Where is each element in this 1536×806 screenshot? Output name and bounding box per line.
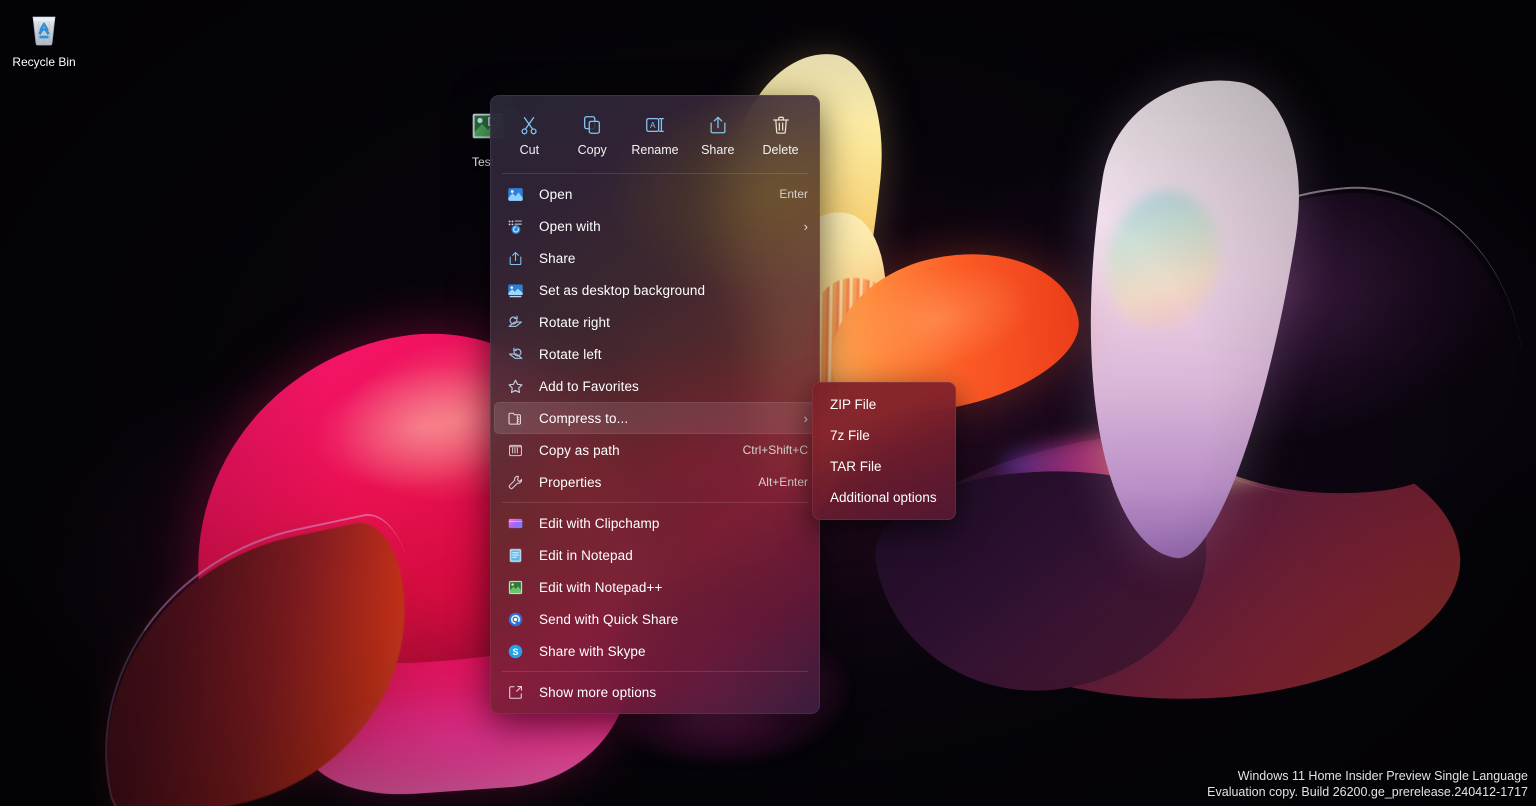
menu-item-open[interactable]: Open Enter <box>494 178 816 210</box>
context-menu: Cut Copy A Rename Share Delete Open Ente… <box>490 95 820 714</box>
menu-item-edit-in-notepad[interactable]: Edit in Notepad <box>494 539 816 571</box>
rename-icon: A <box>626 114 684 136</box>
open-image-icon <box>504 184 526 204</box>
cut-button[interactable]: Cut <box>500 111 558 161</box>
notepadpp-icon <box>504 577 526 597</box>
menu-divider <box>502 502 808 503</box>
submenu-item-additional-options[interactable]: Additional options <box>816 482 952 513</box>
menu-item-rotate-right[interactable]: Rotate right <box>494 306 816 338</box>
rotate-right-icon <box>504 312 526 332</box>
share-label: Share <box>701 143 735 157</box>
menu-item-label: Add to Favorites <box>539 378 639 394</box>
menu-item-show-more-options[interactable]: Show more options <box>494 676 816 708</box>
menu-divider <box>502 671 808 672</box>
menu-item-share-with-skype[interactable]: S Share with Skype <box>494 635 816 667</box>
windows-activation-watermark: Windows 11 Home Insider Preview Single L… <box>1207 768 1528 800</box>
desktop-icon-label: Recycle Bin <box>12 55 76 69</box>
menu-item-send-with-quick-share[interactable]: Send with Quick Share <box>494 603 816 635</box>
open-with-icon <box>504 216 526 236</box>
cut-label: Cut <box>519 143 540 157</box>
context-menu-group-file-actions: Open Enter Open with › Share Set as desk… <box>490 178 820 498</box>
star-icon <box>504 376 526 396</box>
desktop-icon-recycle-bin[interactable]: Recycle Bin <box>2 8 86 69</box>
share-button[interactable]: Share <box>689 111 747 161</box>
context-menu-toolbar: Cut Copy A Rename Share Delete <box>490 101 820 169</box>
menu-item-label: Open <box>539 186 573 202</box>
copy-icon <box>563 114 621 136</box>
menu-item-properties[interactable]: Properties Alt+Enter <box>494 466 816 498</box>
menu-item-accelerator: Alt+Enter <box>758 475 808 489</box>
copy-button[interactable]: Copy <box>563 111 621 161</box>
menu-item-compress-to[interactable]: Compress to... › <box>494 402 816 434</box>
context-menu-group-more: Show more options <box>490 676 820 708</box>
quickshare-icon <box>504 609 526 629</box>
menu-item-label: Copy as path <box>539 442 620 458</box>
skype-icon: S <box>504 641 526 661</box>
copy-label: Copy <box>577 143 607 157</box>
menu-item-label: Send with Quick Share <box>539 611 679 627</box>
menu-item-label: Open with <box>539 218 601 234</box>
watermark-line-1: Windows 11 Home Insider Preview Single L… <box>1237 769 1528 783</box>
notepad-icon <box>504 545 526 565</box>
svg-text:S: S <box>512 647 518 657</box>
menu-item-label: Rotate left <box>539 346 602 362</box>
share-icon <box>689 114 747 136</box>
menu-item-label: Properties <box>539 474 602 490</box>
rotate-left-icon <box>504 344 526 364</box>
chevron-right-icon: › <box>803 218 808 234</box>
menu-item-label: Edit with Notepad++ <box>539 579 663 595</box>
desktop-screen: Recycle Bin Test... Cut Copy A Rename Sh… <box>0 0 1536 806</box>
rename-button[interactable]: A Rename <box>626 111 684 161</box>
menu-item-label: Share <box>539 250 576 266</box>
clipchamp-icon <box>504 513 526 533</box>
menu-item-set-as-desktop-background[interactable]: Set as desktop background <box>494 274 816 306</box>
delete-icon <box>752 114 810 136</box>
menu-item-label: Edit with Clipchamp <box>539 515 660 531</box>
menu-item-copy-as-path[interactable]: Copy as path Ctrl+Shift+C <box>494 434 816 466</box>
delete-button[interactable]: Delete <box>752 111 810 161</box>
share-icon <box>504 248 526 268</box>
menu-item-edit-with-notepadpp[interactable]: Edit with Notepad++ <box>494 571 816 603</box>
compress-icon <box>504 408 526 428</box>
menu-item-label: Share with Skype <box>539 643 646 659</box>
menu-item-accelerator: Enter <box>779 187 808 201</box>
rename-label: Rename <box>631 143 679 157</box>
menu-item-rotate-left[interactable]: Rotate left <box>494 338 816 370</box>
submenu-item-7z-file[interactable]: 7z File <box>816 420 952 451</box>
copy-as-path-icon <box>504 440 526 460</box>
show-more-options-icon <box>504 682 526 702</box>
menu-item-label: Rotate right <box>539 314 610 330</box>
menu-item-label: Edit in Notepad <box>539 547 633 563</box>
menu-item-accelerator: Ctrl+Shift+C <box>742 443 808 457</box>
menu-item-label: Compress to... <box>539 410 629 426</box>
context-menu-group-app-actions: Edit with Clipchamp Edit in Notepad Edit… <box>490 507 820 667</box>
recycle-bin-icon <box>2 8 86 51</box>
chevron-right-icon: › <box>803 410 808 426</box>
menu-item-edit-with-clipchamp[interactable]: Edit with Clipchamp <box>494 507 816 539</box>
menu-item-label: Set as desktop background <box>539 282 706 298</box>
submenu-item-zip-file[interactable]: ZIP File <box>816 389 952 420</box>
compress-to-submenu: ZIP File 7z File TAR File Additional opt… <box>812 382 956 520</box>
menu-item-open-with[interactable]: Open with › <box>494 210 816 242</box>
properties-icon <box>504 472 526 492</box>
cut-icon <box>500 114 558 136</box>
menu-divider <box>502 173 808 174</box>
submenu-item-tar-file[interactable]: TAR File <box>816 451 952 482</box>
menu-item-share[interactable]: Share <box>494 242 816 274</box>
svg-text:A: A <box>650 121 656 130</box>
menu-item-label: Show more options <box>539 684 657 700</box>
watermark-line-2: Evaluation copy. Build 26200.ge_prerelea… <box>1207 785 1528 799</box>
menu-item-add-to-favorites[interactable]: Add to Favorites <box>494 370 816 402</box>
delete-label: Delete <box>762 143 799 157</box>
desktop-background-icon <box>504 280 526 300</box>
